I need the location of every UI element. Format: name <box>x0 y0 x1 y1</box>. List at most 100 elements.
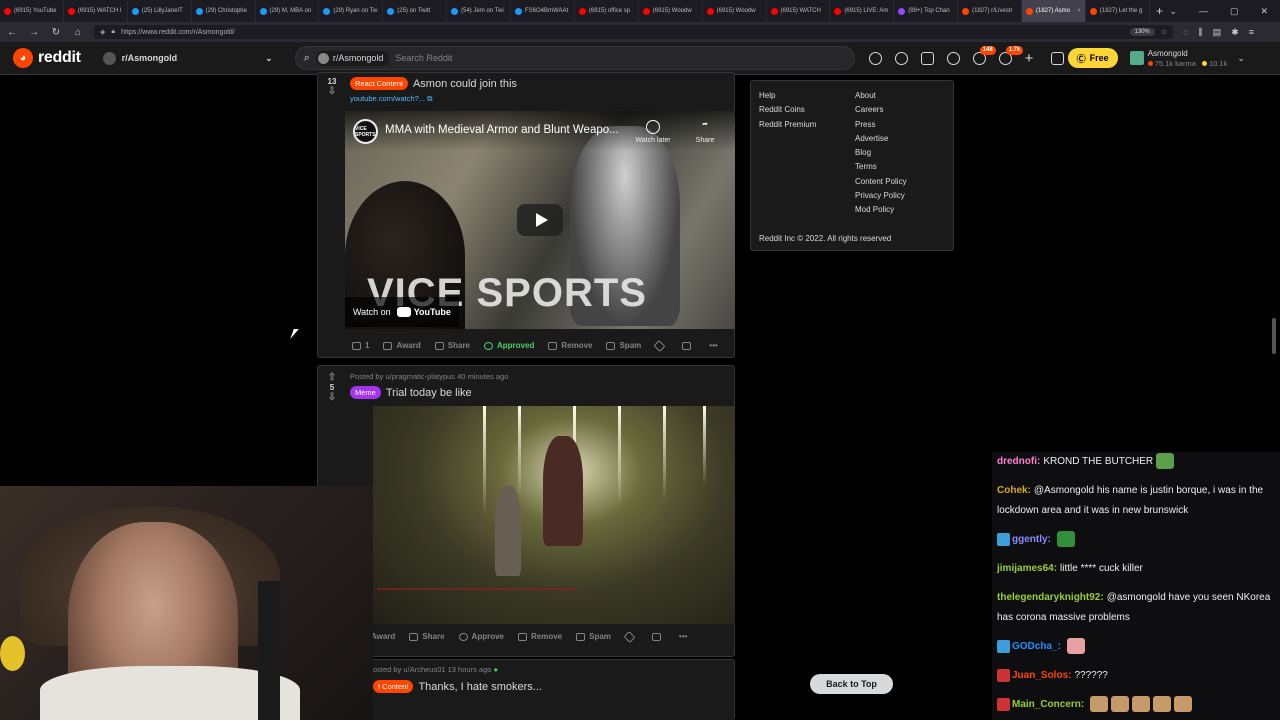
browser-tab[interactable]: (29) Ryan on Tw <box>319 0 384 22</box>
forward-icon[interactable]: → <box>28 27 40 38</box>
close-tab-icon[interactable]: × <box>1077 8 1081 14</box>
browser-tab[interactable]: (6915) YouTube <box>0 0 64 22</box>
comments-button[interactable]: 1 <box>352 341 369 350</box>
shield-icon[interactable] <box>682 341 692 350</box>
bookmark-star-icon[interactable]: ☆ <box>1161 28 1167 36</box>
downvote-icon[interactable]: ⇩ <box>328 392 336 403</box>
notification-bell-icon[interactable]: 1.7k <box>998 45 1024 65</box>
browser-tab[interactable]: (25) on Twitt <box>383 0 448 22</box>
post-flair[interactable]: React Content <box>350 77 408 90</box>
spam-button[interactable]: Spam <box>576 632 611 641</box>
award-button[interactable]: Award <box>383 341 421 350</box>
tag-icon[interactable] <box>653 339 666 352</box>
upvote-icon[interactable]: ⇧ <box>328 372 336 383</box>
back-to-top-button[interactable]: Back to Top <box>810 674 893 694</box>
browser-tab[interactable]: (1827) Let the g <box>1086 0 1150 22</box>
browser-tab[interactable]: (6915) Woodw <box>639 0 703 22</box>
footer-link[interactable]: Reddit Coins <box>759 105 816 114</box>
shield-icon[interactable] <box>651 632 661 641</box>
video-share-button[interactable]: ➦ Share <box>685 120 725 144</box>
browser-tab[interactable]: (6915) LIVE: Am <box>830 0 895 22</box>
tabs-list-icon[interactable]: ⌄ <box>1169 6 1177 17</box>
browser-tab[interactable]: (6915) WATCH I <box>64 0 128 22</box>
remove-button[interactable]: Remove <box>548 341 592 350</box>
footer-link[interactable]: About <box>855 91 907 100</box>
browser-tab[interactable]: (6915) WATCH <box>767 0 831 22</box>
footer-link[interactable]: Reddit Premium <box>759 120 816 129</box>
browser-tab[interactable]: (6915) office sp <box>575 0 639 22</box>
advertise-megaphone-icon[interactable] <box>1050 51 1064 65</box>
scrollbar[interactable] <box>1272 318 1276 354</box>
extension-icon[interactable]: ✱ <box>1231 27 1239 38</box>
footer-link[interactable]: Advertise <box>855 134 907 143</box>
browser-tab[interactable]: (1827) r/Livestr <box>958 0 1022 22</box>
share-button[interactable]: Share <box>409 632 445 641</box>
browser-tab[interactable]: (1827) Asmo × <box>1022 0 1086 22</box>
coins-icon[interactable] <box>894 51 908 65</box>
browser-tab[interactable]: (29) M, MBA on <box>256 0 320 22</box>
video-title[interactable]: MMA with Medieval Armor and Blunt Weapo.… <box>385 124 619 136</box>
popular-icon[interactable] <box>868 51 882 65</box>
pocket-icon[interactable]: ◌ <box>1183 27 1188 38</box>
embedded-video[interactable]: VICE SPORTS MMA with Medieval Armor and … <box>345 111 735 329</box>
post-card[interactable]: ⇧ 5 ⇩ Posted by u/pragmatic-platypus 40 … <box>317 365 735 657</box>
back-icon[interactable]: ← <box>6 27 18 38</box>
footer-link[interactable]: Content Policy <box>855 177 907 186</box>
spam-button[interactable]: Spam <box>606 341 641 350</box>
watch-later-button[interactable]: Watch later <box>633 120 673 144</box>
new-tab-icon[interactable]: + <box>1150 4 1170 18</box>
footer-link[interactable]: Privacy Policy <box>855 191 907 200</box>
create-post-icon[interactable]: + <box>1025 51 1038 66</box>
footer-link[interactable]: Mod Policy <box>855 205 907 214</box>
post-title[interactable]: Thanks, I hate smokers... <box>418 681 542 693</box>
footer-link[interactable]: Help <box>759 91 816 100</box>
footer-link[interactable]: Terms <box>855 162 907 171</box>
minimize-icon[interactable]: — <box>1199 6 1208 17</box>
footer-link[interactable]: Press <box>855 120 907 129</box>
library-icon[interactable]: ⫼ <box>1199 27 1203 38</box>
share-button[interactable]: Share <box>434 341 470 350</box>
approve-button[interactable]: Approve <box>458 632 504 641</box>
more-options-icon[interactable]: ••• <box>679 632 687 641</box>
footer-link[interactable]: Careers <box>855 105 907 114</box>
reload-icon[interactable]: ↻ <box>50 27 62 38</box>
maximize-icon[interactable]: ▢ <box>1230 6 1239 17</box>
url-bar[interactable]: ◈ 🔒︎ https://www.reddit.com/r/Asmongold/… <box>94 25 1174 39</box>
zoom-level[interactable]: 130% <box>1129 28 1155 36</box>
post-flair[interactable]: Meme <box>350 386 381 399</box>
tag-icon[interactable] <box>623 630 636 643</box>
downvote-icon[interactable]: ⇩ <box>328 86 336 97</box>
browser-tab[interactable]: (29) Christophe <box>192 0 256 22</box>
browser-tab[interactable]: (6915) Woodw <box>703 0 767 22</box>
browser-tab[interactable]: (99+) Top Chan <box>894 0 959 22</box>
browser-tab[interactable]: (54) Jem on Twi <box>447 0 511 22</box>
user-menu[interactable]: Asmongold 75.1k karma 10.1k ⌄ <box>1129 49 1245 68</box>
community-selector[interactable]: r/Asmongold ⌄ <box>102 51 273 65</box>
post-link[interactable]: youtube.com/watch?... ⧉ <box>350 94 734 104</box>
play-button[interactable] <box>517 204 563 236</box>
post-flair[interactable]: t Content <box>373 680 414 693</box>
free-premium-button[interactable]: Ⓒ Free <box>1067 48 1118 68</box>
post-card[interactable]: osted by u/Archeus01 13 hours ago ● t Co… <box>317 659 735 720</box>
home-icon[interactable]: ⌂ <box>72 27 84 38</box>
remove-button[interactable]: Remove <box>518 632 562 641</box>
approved-button[interactable]: Approved <box>484 341 534 350</box>
channel-avatar[interactable]: VICE SPORTS <box>353 119 378 144</box>
mod-shield-icon[interactable] <box>946 51 960 65</box>
chat-icon[interactable]: 148 <box>972 45 996 65</box>
footer-link[interactable]: Blog <box>855 148 907 157</box>
post-image[interactable] <box>373 406 735 624</box>
search-scope-pill[interactable]: r/Asmongold <box>315 50 390 66</box>
watch-on-youtube-button[interactable]: Watch on YouTube <box>345 297 459 327</box>
browser-tab[interactable]: FS6O4BmWAAt <box>511 0 575 22</box>
search-input[interactable]: ⌕ r/Asmongold Search Reddit <box>294 46 855 70</box>
close-window-icon[interactable]: ✕ <box>1260 6 1268 17</box>
menu-icon[interactable]: ≡ <box>1249 27 1254 38</box>
browser-tab[interactable]: (25) LillyJaneIT <box>128 0 192 22</box>
post-card[interactable]: 13 ⇩ React Content Asmon could join this… <box>317 72 735 358</box>
post-title[interactable]: Asmon could join this <box>413 78 517 90</box>
reddit-logo[interactable]: ◕ reddit <box>13 48 81 68</box>
post-title[interactable]: Trial today be like <box>386 387 472 399</box>
mod-queue-icon[interactable] <box>920 51 934 65</box>
sidebar-icon[interactable]: ▤ <box>1213 27 1222 38</box>
